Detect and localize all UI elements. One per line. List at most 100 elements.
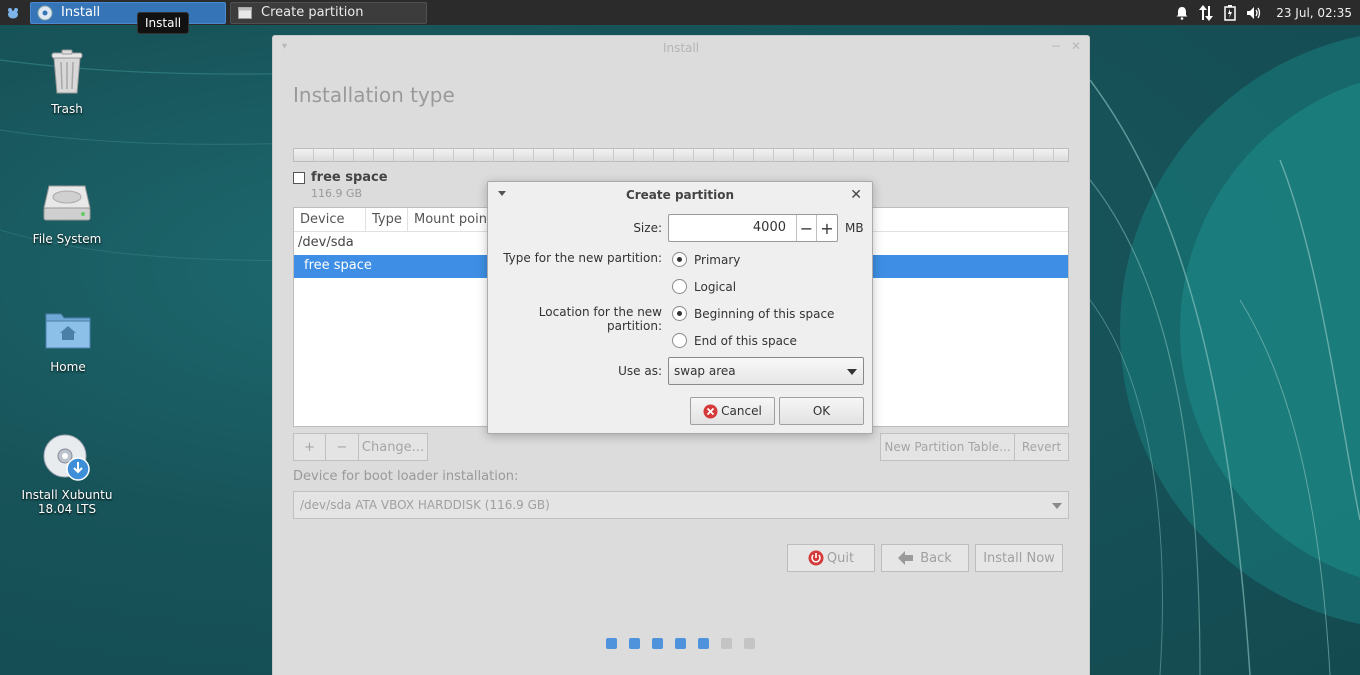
cd-install-icon [43,434,91,482]
xfce-mouse-icon [8,7,18,18]
remove-partition-button[interactable]: − [326,433,359,461]
dialog-titlebar[interactable]: Create partition ✕ [488,182,872,208]
radio-label: Primary [694,252,741,267]
whisker-menu-button[interactable] [0,0,26,25]
radio-beginning[interactable]: Beginning of this space [672,306,834,321]
progress-dot-done [698,638,709,649]
desktop-icon-home[interactable]: Home [13,306,123,374]
boot-loader-value: /dev/sda ATA VBOX HARDDISK (116.9 GB) [300,498,550,512]
column-header-device[interactable]: Device [294,208,366,231]
progress-dot-done [629,638,640,649]
size-label: Size: [633,221,662,235]
progress-dot-done [606,638,617,649]
dialog-title: Create partition [625,188,735,202]
home-folder-icon [44,306,92,354]
close-icon[interactable]: ✕ [1071,39,1081,53]
battery-icon[interactable] [1218,0,1242,25]
desktop-icon-install-xubuntu[interactable]: Install Xubuntu 18.04 LTS [12,434,122,516]
cancel-label: Cancel [721,404,762,418]
volume-icon[interactable] [1242,0,1266,25]
top-panel: Install Create partition 23 Jul, 02:35 [0,0,1360,25]
partition-legend: free space 116.9 GB [293,170,388,200]
desktop-icon-label: Home [50,360,86,374]
legend-label: free space [311,170,388,185]
add-partition-button[interactable]: + [293,433,326,461]
notification-bell-icon[interactable] [1170,0,1194,25]
desktop-icon-trash[interactable]: Trash [12,48,122,116]
window-menu-icon[interactable]: ▾ [282,41,287,52]
installer-icon [37,5,53,21]
cancel-icon [703,404,718,418]
ok-button[interactable]: OK [779,397,864,425]
size-spinbox[interactable]: 4000 − + [668,214,838,242]
taskbar-tooltip: Install [137,12,190,34]
use-as-label: Use as: [618,364,662,378]
radio-logical[interactable]: Logical [672,279,736,294]
create-partition-dialog: Create partition ✕ Size: 4000 − + MB Typ… [487,181,873,434]
arrow-left-icon [898,551,914,565]
increment-icon[interactable]: + [817,215,837,241]
progress-dot-done [675,638,686,649]
desktop-icon-label: Trash [51,102,83,116]
progress-dot-pending [744,638,755,649]
column-header-type[interactable]: Type [366,208,408,231]
radio-indicator [672,333,687,348]
trash-icon [43,48,91,96]
size-input[interactable]: 4000 [669,215,797,241]
dialog-menu-icon[interactable] [498,191,506,196]
partition-toolbar: + − Change... [293,433,428,461]
window-title: Install [662,41,700,55]
chevron-down-icon [1052,503,1062,509]
desktop-icon-label: File System [32,232,102,246]
hard-drive-icon [43,178,91,226]
desktop-icon-label: Install Xubuntu 18.04 LTS [21,488,113,516]
system-tray: 23 Jul, 02:35 [1170,0,1360,25]
radio-primary[interactable]: Primary [672,252,740,267]
radio-label: Logical [694,279,737,294]
partition-bar [293,148,1069,162]
quit-button[interactable]: Quit [787,544,875,572]
window-titlebar[interactable]: ▾ Install − ✕ [273,36,1089,60]
window-icon [237,5,253,21]
clock[interactable]: 23 Jul, 02:35 [1276,6,1352,20]
taskbar-item-install[interactable]: Install [30,1,226,24]
back-label: Back [920,550,952,566]
radio-indicator [672,279,687,294]
radio-label: Beginning of this space [694,306,835,321]
decrement-icon[interactable]: − [797,215,817,241]
radio-label: End of this space [694,333,797,348]
radio-indicator [672,306,687,321]
taskbar-item-label: Install [61,5,101,20]
progress-dots [606,638,755,649]
use-as-select[interactable]: swap area [668,357,864,385]
close-icon[interactable]: ✕ [850,187,862,203]
table-actions: New Partition Table... Revert [880,433,1069,461]
boot-loader-select[interactable]: /dev/sda ATA VBOX HARDDISK (116.9 GB) [293,491,1069,519]
install-now-button[interactable]: Install Now [975,544,1063,572]
page-title: Installation type [293,83,455,107]
use-as-value: swap area [674,364,736,378]
power-icon [808,550,824,566]
quit-label: Quit [826,550,855,566]
revert-button[interactable]: Revert [1015,433,1069,461]
boot-loader-label: Device for boot loader installation: [293,469,519,484]
progress-dot-pending [721,638,732,649]
progress-dot-done [652,638,663,649]
type-label: Type for the new partition: [503,251,662,265]
legend-size: 116.9 GB [311,187,363,200]
network-icon[interactable] [1194,0,1218,25]
legend-swatch [293,172,305,184]
chevron-down-icon [847,369,857,375]
back-button[interactable]: Back [881,544,969,572]
taskbar-item-label: Create partition [261,5,364,20]
cancel-button[interactable]: Cancel [690,397,775,425]
desktop-icon-file-system[interactable]: File System [12,178,122,246]
size-unit: MB [845,221,864,235]
radio-indicator [672,252,687,267]
new-partition-table-button[interactable]: New Partition Table... [880,433,1015,461]
change-partition-button[interactable]: Change... [359,433,428,461]
location-label: Location for the new partition: [538,305,662,333]
taskbar-item-create-partition[interactable]: Create partition [230,1,427,24]
radio-end[interactable]: End of this space [672,333,797,348]
minimize-icon[interactable]: − [1051,39,1061,53]
